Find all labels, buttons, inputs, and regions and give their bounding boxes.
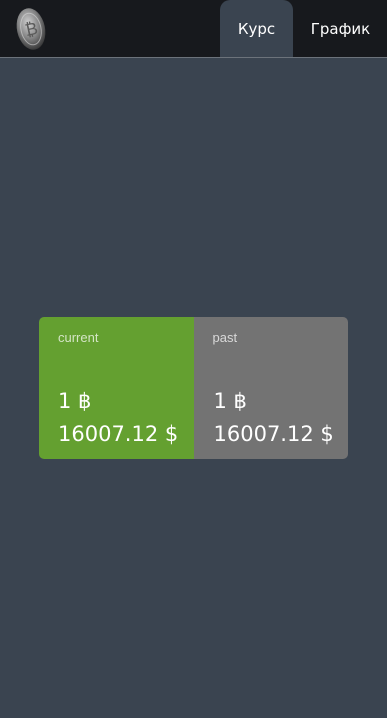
current-btc-amount: 1 ฿ — [58, 389, 92, 413]
current-rate-value: 1 ฿ 16007.12 $ — [58, 385, 178, 451]
past-btc-amount: 1 ฿ — [213, 389, 247, 413]
tab-rate[interactable]: Курс — [220, 0, 293, 57]
current-rate-label: current — [58, 330, 99, 345]
past-rate-panel: past 1 ฿ 16007.12 $ — [193, 317, 348, 459]
bitcoin-coin-icon: ₿ — [10, 3, 50, 53]
current-usd-price: 16007.12 $ — [58, 422, 179, 446]
tab-chart[interactable]: График — [298, 0, 383, 57]
rate-comparison-card: current 1 ฿ 16007.12 $ past 1 ฿ 16007.12… — [39, 317, 348, 459]
past-rate-value: 1 ฿ 16007.12 $ — [214, 385, 334, 451]
past-usd-price: 16007.12 $ — [213, 422, 334, 446]
past-rate-label: past — [212, 330, 238, 345]
top-navigation-bar: ₿ Курс График — [0, 0, 387, 58]
current-rate-panel: current 1 ฿ 16007.12 $ — [39, 317, 194, 459]
